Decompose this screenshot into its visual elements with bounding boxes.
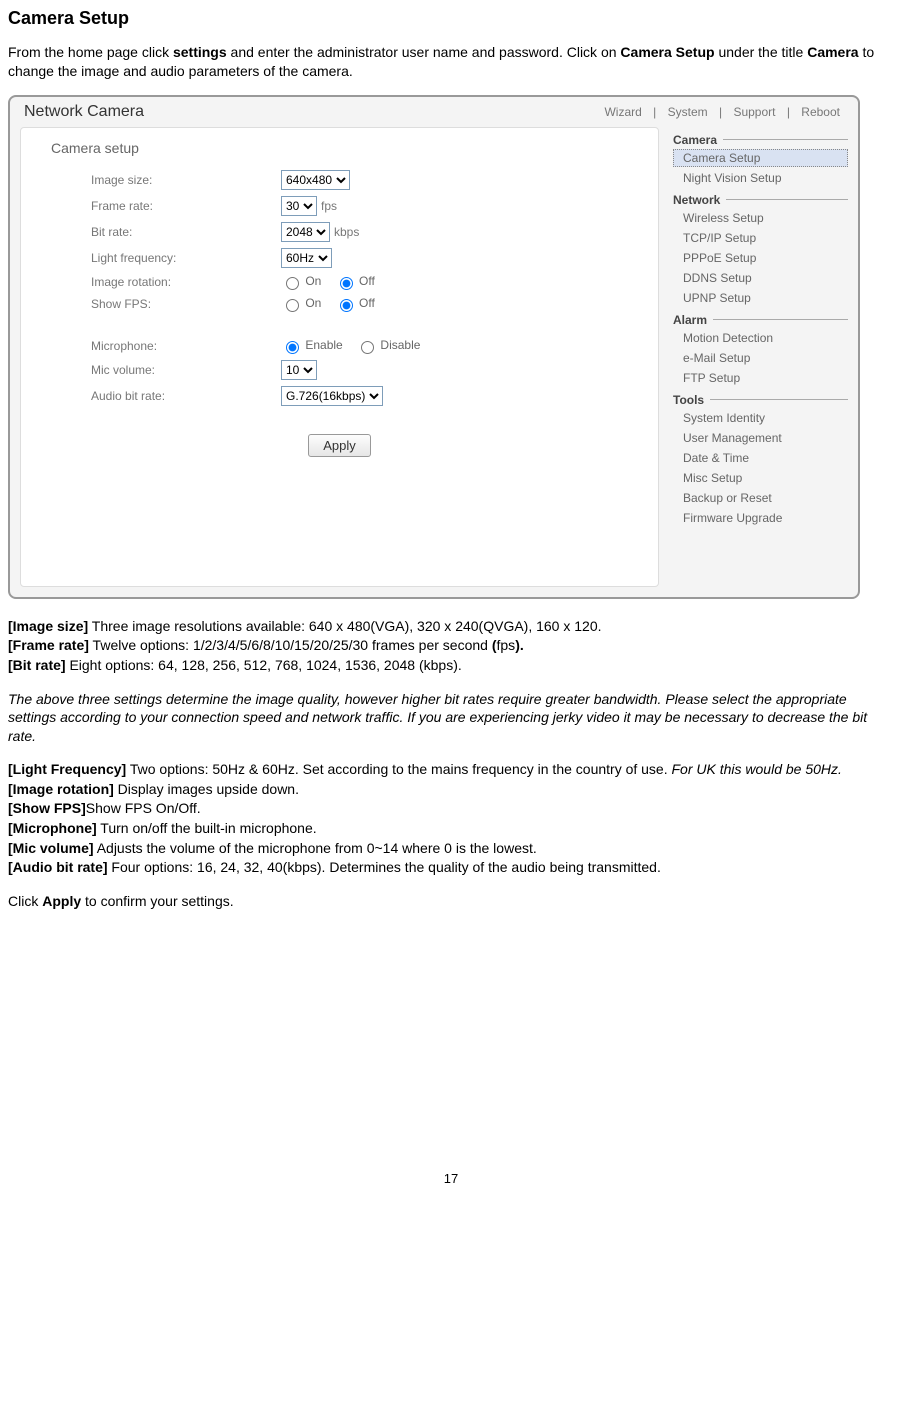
sidebar-item-usermgmt[interactable]: User Management [673, 429, 848, 447]
radio-showfps-on[interactable] [286, 299, 299, 312]
sidebar-item-motion[interactable]: Motion Detection [673, 329, 848, 347]
sidebar-item-night-vision[interactable]: Night Vision Setup [673, 169, 848, 187]
row-audio-bit-rate: Audio bit rate: G.726(16kbps) [41, 386, 638, 406]
sidegroup-tools: Tools [673, 393, 848, 407]
label-light-frequency: Light frequency: [91, 251, 281, 265]
row-bit-rate: Bit rate: 2048 kbps [41, 222, 638, 242]
main-pane: Camera setup Image size: 640x480 Frame r… [20, 127, 659, 587]
radio-rotation-on[interactable] [286, 277, 299, 290]
toplink-support[interactable]: Support [729, 105, 779, 119]
select-bit-rate[interactable]: 2048 [281, 222, 330, 242]
label-microphone: Microphone: [91, 339, 281, 353]
toplink-system[interactable]: System [664, 105, 712, 119]
sidebar-item-misc[interactable]: Misc Setup [673, 469, 848, 487]
sidebar-item-ftp[interactable]: FTP Setup [673, 369, 848, 387]
sidebar-item-email[interactable]: e-Mail Setup [673, 349, 848, 367]
label-frame-rate: Frame rate: [91, 199, 281, 213]
sidebar-item-backup[interactable]: Backup or Reset [673, 489, 848, 507]
apply-button[interactable]: Apply [308, 434, 371, 457]
sidebar-item-pppoe[interactable]: PPPoE Setup [673, 249, 848, 267]
radio-rotation-off[interactable] [340, 277, 353, 290]
page-title: Camera Setup [8, 8, 894, 29]
row-image-rotation: Image rotation: On Off [41, 274, 638, 290]
description-block-2: [Light Frequency] Two options: 50Hz & 60… [8, 760, 894, 878]
apply-line: Click Apply to confirm your settings. [8, 892, 894, 911]
quality-note: The above three settings determine the i… [8, 690, 894, 747]
page-number: 17 [8, 1171, 894, 1186]
description-block: [Image size] Three image resolutions ava… [8, 617, 894, 676]
sidebar-item-datetime[interactable]: Date & Time [673, 449, 848, 467]
select-mic-volume[interactable]: 10 [281, 360, 317, 380]
label-bit-rate: Bit rate: [91, 225, 281, 239]
radio-showfps-off[interactable] [340, 299, 353, 312]
row-microphone: Microphone: Enable Disable [41, 338, 638, 354]
sidebar-item-camera-setup[interactable]: Camera Setup [673, 149, 848, 167]
label-image-rotation: Image rotation: [91, 275, 281, 289]
row-image-size: Image size: 640x480 [41, 170, 638, 190]
select-image-size[interactable]: 640x480 [281, 170, 350, 190]
sidebar-item-tcpip[interactable]: TCP/IP Setup [673, 229, 848, 247]
label-image-size: Image size: [91, 173, 281, 187]
screenshot-brand: Network Camera [24, 103, 144, 121]
sidegroup-alarm: Alarm [673, 313, 848, 327]
row-mic-volume: Mic volume: 10 [41, 360, 638, 380]
sidegroup-network: Network [673, 193, 848, 207]
label-mic-volume: Mic volume: [91, 363, 281, 377]
sidebar-item-firmware[interactable]: Firmware Upgrade [673, 509, 848, 527]
label-show-fps: Show FPS: [91, 297, 281, 311]
sidebar-item-sysid[interactable]: System Identity [673, 409, 848, 427]
radio-mic-disable[interactable] [361, 341, 374, 354]
screenshot-toplinks: Wizard | System | Support | Reboot [600, 105, 844, 119]
label-audio-bit-rate: Audio bit rate: [91, 389, 281, 403]
toplink-wizard[interactable]: Wizard [600, 105, 645, 119]
radio-mic-enable[interactable] [286, 341, 299, 354]
suffix-fps: fps [321, 199, 337, 213]
screenshot-header: Network Camera Wizard | System | Support… [20, 103, 848, 127]
row-frame-rate: Frame rate: 30 fps [41, 196, 638, 216]
row-light-frequency: Light frequency: 60Hz [41, 248, 638, 268]
intro-paragraph: From the home page click settings and en… [8, 43, 894, 81]
select-audio-bit-rate[interactable]: G.726(16kbps) [281, 386, 383, 406]
select-light-frequency[interactable]: 60Hz [281, 248, 332, 268]
toplink-reboot[interactable]: Reboot [797, 105, 844, 119]
sidebar: Camera Camera Setup Night Vision Setup N… [673, 127, 848, 529]
sidebar-item-ddns[interactable]: DDNS Setup [673, 269, 848, 287]
sidegroup-camera: Camera [673, 133, 848, 147]
screenshot-panel: Network Camera Wizard | System | Support… [8, 95, 860, 599]
section-title: Camera setup [51, 140, 638, 156]
select-frame-rate[interactable]: 30 [281, 196, 317, 216]
row-show-fps: Show FPS: On Off [41, 296, 638, 312]
suffix-kbps: kbps [334, 225, 359, 239]
sidebar-item-wireless[interactable]: Wireless Setup [673, 209, 848, 227]
sidebar-item-upnp[interactable]: UPNP Setup [673, 289, 848, 307]
